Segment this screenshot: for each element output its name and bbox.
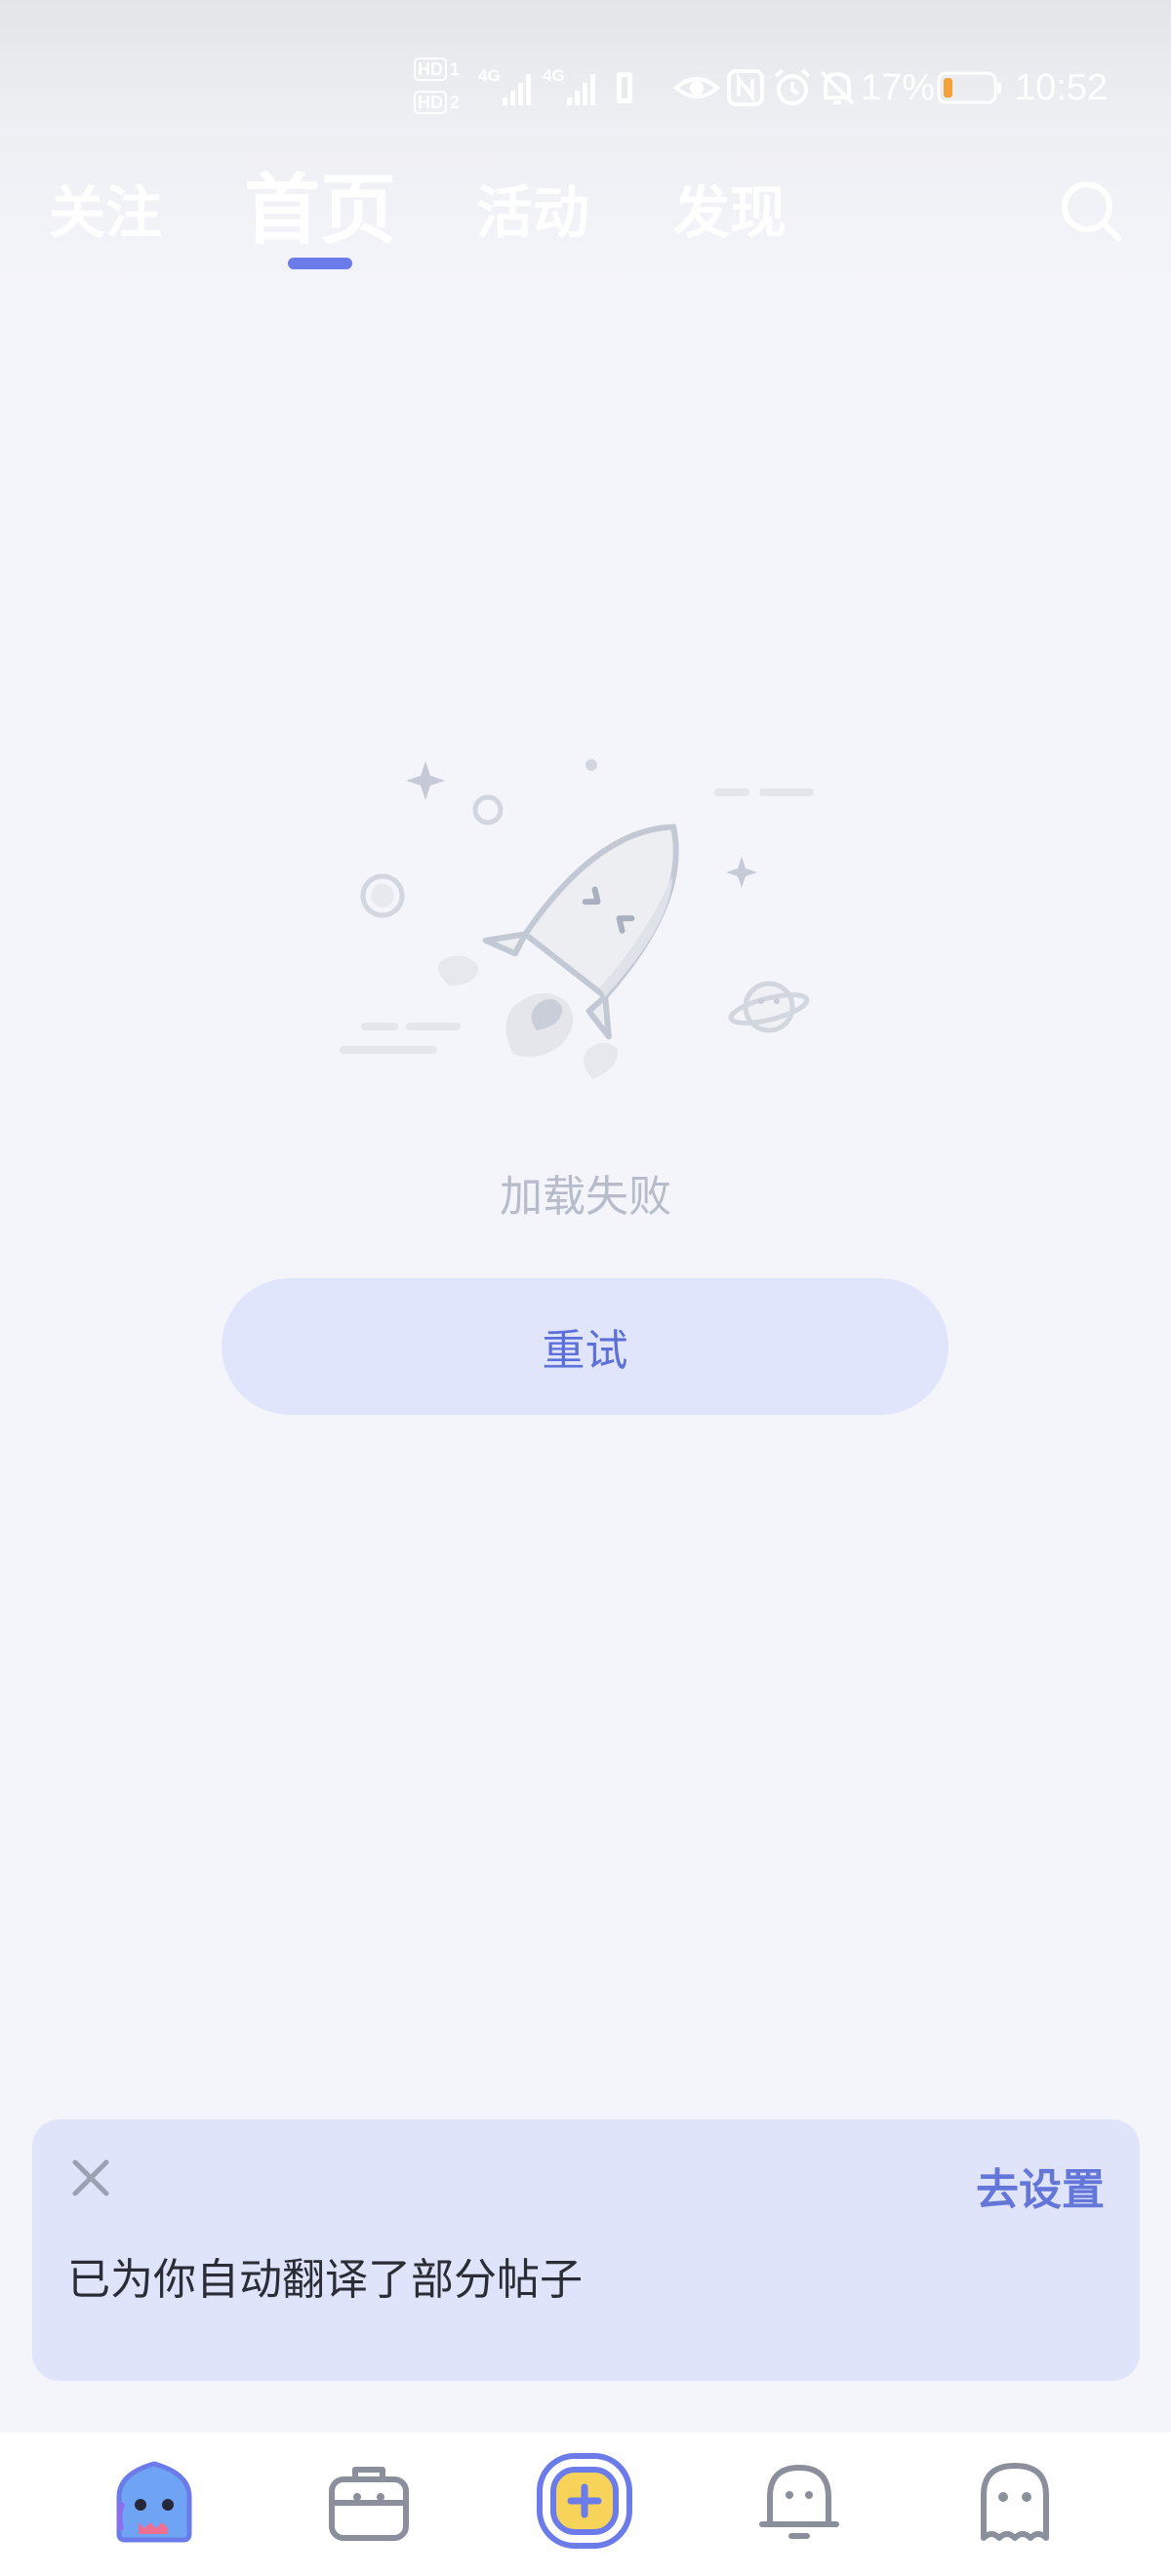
bell-icon (759, 2465, 839, 2539)
puff-3 (584, 1042, 618, 1079)
battery-fill (944, 78, 952, 98)
monster-home-icon (116, 2461, 192, 2543)
auto-translate-toast: 去设置 已为你自动翻译了部分帖子 (32, 2119, 1140, 2381)
vibrate-icon (613, 60, 636, 115)
search-button[interactable] (1056, 176, 1126, 246)
tab-events[interactable]: 活动 (476, 174, 589, 252)
signal-2-label: 4G (543, 66, 565, 85)
puff-1 (437, 955, 478, 986)
battery-percent: 17% (861, 66, 936, 108)
signal-1-label: 4G (478, 66, 501, 85)
nav-profile[interactable] (966, 2452, 1064, 2550)
sparkle-2 (726, 857, 757, 888)
status-bar: HD 1 HD 2 4G 4G 17% 10:52 (0, 0, 1171, 176)
signal-2: 4G (543, 60, 600, 115)
sparkle-1 (406, 761, 445, 800)
tab-follow[interactable]: 关注 (49, 174, 162, 252)
nav-add-post[interactable] (536, 2452, 633, 2550)
toast-close-button[interactable] (61, 2149, 120, 2207)
dot-top (586, 759, 597, 771)
hd-badge-1: HD (414, 58, 447, 81)
battery-icon (937, 60, 1003, 115)
ghost-profile-icon (981, 2463, 1049, 2541)
bottom-navigation (0, 2433, 1171, 2576)
rocket-body (482, 824, 679, 1040)
ring-small (472, 794, 504, 825)
planet (728, 981, 810, 1033)
tab-home[interactable]: 首页 (244, 162, 396, 260)
signal-2-icon (566, 74, 595, 105)
retry-button[interactable]: 重试 (222, 1278, 949, 1415)
active-tab-indicator (288, 258, 352, 269)
nav-home[interactable] (105, 2452, 203, 2550)
toast-message: 已为你自动翻译了部分帖子 (67, 2255, 583, 2305)
go-settings-link[interactable]: 去设置 (976, 2154, 1105, 2217)
nfc-icon (726, 60, 765, 115)
mute-bell-icon (816, 60, 859, 115)
alarm-icon (771, 60, 814, 115)
rocket-illustration (340, 759, 814, 1079)
hd-badge-2: HD (414, 91, 447, 114)
hd-badges: HD 1 HD 2 (414, 55, 460, 119)
add-post-icon (537, 2453, 632, 2549)
signal-1-icon (502, 74, 531, 105)
nav-notifications[interactable] (750, 2452, 848, 2550)
search-icon (1062, 181, 1121, 241)
close-icon (72, 2159, 109, 2196)
clock: 10:52 (1015, 66, 1109, 108)
sim-1-label: 1 (450, 59, 461, 79)
nav-toolbox[interactable] (320, 2452, 418, 2550)
toolbox-icon (329, 2467, 409, 2541)
tab-discover[interactable]: 发现 (673, 174, 787, 252)
eye-icon (673, 60, 720, 115)
sim-2-label: 2 (450, 92, 461, 112)
load-failed-message: 加载失败 (500, 1172, 671, 1222)
signal-1: 4G (478, 60, 536, 115)
